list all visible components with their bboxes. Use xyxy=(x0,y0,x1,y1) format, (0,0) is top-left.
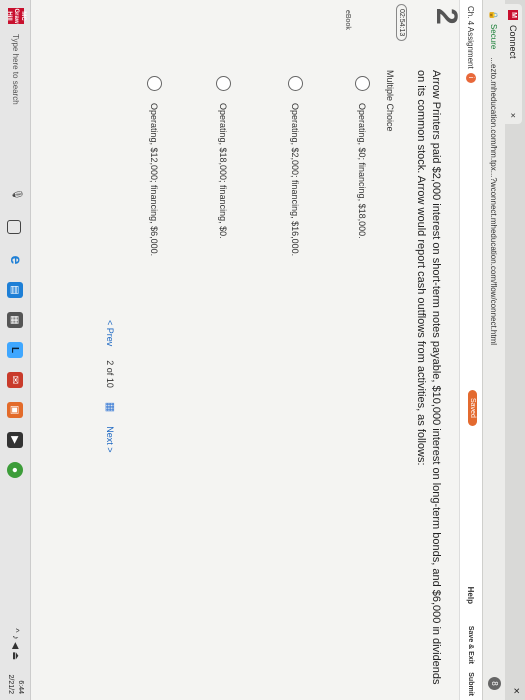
grid-icon[interactable]: ▦ xyxy=(104,402,117,412)
taskbar-search-input[interactable]: Type here to search xyxy=(11,34,20,105)
question-number: 2 xyxy=(430,8,463,25)
store-icon[interactable]: ▤ xyxy=(7,282,23,298)
photographed-screen: M Connect × × 🔒 Secure ...ezto.mheducati… xyxy=(0,0,525,700)
profile-icon[interactable]: 8 xyxy=(488,677,501,690)
timer-badge: 02:54:13 xyxy=(396,4,407,42)
window-close-icon[interactable]: × xyxy=(510,688,522,694)
tab-close-icon[interactable]: × xyxy=(509,113,519,118)
answer-option-label: Operating, $12,000; financing, $6,000. xyxy=(149,103,160,257)
total-pages: 10 xyxy=(105,377,116,388)
current-page: 2 xyxy=(105,360,116,366)
saved-badge: Saved xyxy=(468,390,477,426)
url-text[interactable]: ...ezto.mheducation.com/hm.tpx...?wconne… xyxy=(490,57,499,345)
radio-button[interactable] xyxy=(216,76,231,91)
browser-tab[interactable]: M Connect × xyxy=(505,4,522,124)
system-tray[interactable]: ^ ♪ ◀ ⏏ xyxy=(10,628,21,660)
next-button[interactable]: Next > xyxy=(106,426,116,452)
answer-option-label: Operating, $0; financing, $18,000. xyxy=(357,103,368,239)
assignment-header: Ch. 4 Assignment i Saved Help Save & Exi… xyxy=(459,0,482,700)
assignment-title: Ch. 4 Assignment xyxy=(466,6,476,69)
answer-option-label: Operating, $2,000; financing, $16,000. xyxy=(290,103,301,257)
lightroom-icon[interactable]: L xyxy=(7,342,23,358)
task-view-icon[interactable] xyxy=(7,220,21,234)
microphone-icon[interactable]: 🎙 xyxy=(11,188,22,201)
help-button[interactable]: Help xyxy=(467,587,476,604)
clock-time: 6:44 xyxy=(17,680,24,694)
radio-button[interactable] xyxy=(355,76,370,91)
answer-option[interactable]: Operating, $0; financing, $18,000. xyxy=(355,76,370,239)
office-icon[interactable]: ▣ xyxy=(7,402,23,418)
radio-button[interactable] xyxy=(288,76,303,91)
save-exit-button[interactable]: Save & Exit xyxy=(468,626,475,664)
answer-option-label: Operating, $18,000; financing, $0. xyxy=(218,103,229,239)
lock-icon: 🔒 xyxy=(489,10,499,20)
secure-label: Secure xyxy=(489,23,499,50)
question-pager: < Prev 2 of 10 ▦ Next > xyxy=(104,320,117,453)
submit-button[interactable]: Submit xyxy=(468,672,475,696)
connect-favicon-icon: M xyxy=(508,10,519,20)
calculator-icon[interactable]: ▦ xyxy=(7,312,23,328)
windows-taskbar: MC Graw Hill Type here to search 🎙 e ▤ ▦… xyxy=(0,0,31,700)
clock-date: 2/21/2 xyxy=(7,674,14,694)
ebook-link[interactable]: eBook xyxy=(344,10,351,30)
info-icon[interactable]: i xyxy=(466,72,476,83)
answer-option[interactable]: Operating, $18,000; financing, $0. xyxy=(216,76,231,239)
answer-option[interactable]: Operating, $12,000; financing, $6,000. xyxy=(147,76,162,256)
question-text: Arrow Printers paid $2,000 interest on s… xyxy=(415,70,442,685)
page-of-label: of xyxy=(105,367,116,376)
edge-browser-icon[interactable]: e xyxy=(7,252,24,268)
radio-button[interactable] xyxy=(147,76,162,91)
mcgraw-hill-start-icon[interactable]: MC Graw Hill xyxy=(7,8,27,24)
prev-button[interactable]: < Prev xyxy=(106,320,116,346)
taskbar-clock[interactable]: 6:44 2/21/2 xyxy=(5,675,25,694)
page-indicator: 2 of 10 xyxy=(106,360,116,388)
mail-icon[interactable]: ✉ xyxy=(7,372,23,388)
address-bar[interactable]: 🔒 Secure ...ezto.mheducation.com/hm.tpx.… xyxy=(482,0,505,700)
chrome-icon[interactable]: ● xyxy=(7,462,23,478)
tab-title: Connect xyxy=(508,25,519,59)
answer-option[interactable]: Operating, $2,000; financing, $16,000. xyxy=(288,76,303,256)
media-player-icon[interactable]: ▶ xyxy=(7,432,23,448)
browser-tab-strip: M Connect × × xyxy=(505,0,525,700)
question-type-label: Multiple Choice xyxy=(385,70,395,132)
